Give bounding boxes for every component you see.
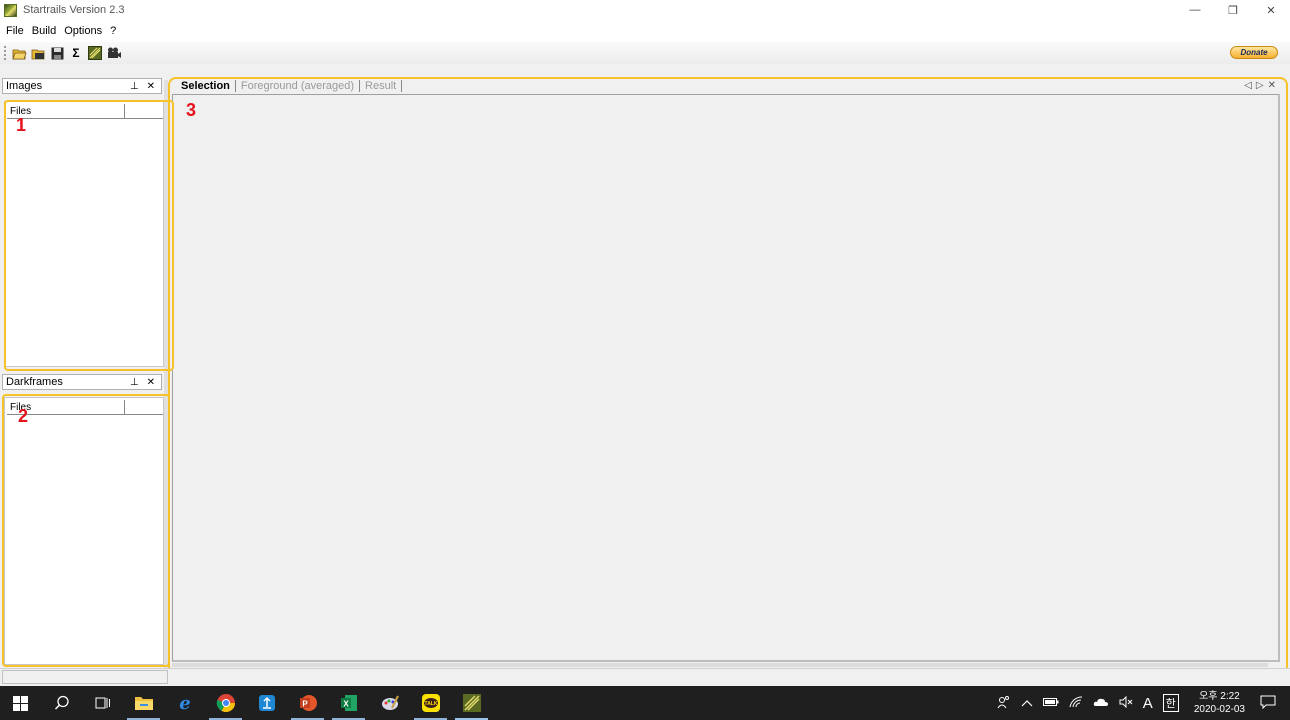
startrails-taskbar-icon[interactable] (451, 686, 492, 720)
notification-icon[interactable] (1260, 695, 1276, 712)
chevron-up-icon[interactable] (1021, 696, 1033, 710)
task-view-icon[interactable] (82, 686, 123, 720)
highlight-box-3 (168, 77, 1288, 674)
close-icon[interactable]: ✕ (147, 377, 155, 388)
images-panel-title: Images (6, 80, 43, 92)
darkframes-panel-header: Darkframes ⊥ ✕ (2, 374, 162, 390)
save-icon[interactable] (49, 45, 65, 61)
menu-bar: File Build Options ? (0, 20, 1290, 42)
menu-help[interactable]: ? (110, 25, 116, 37)
window-controls: — ❐ ✕ (1176, 0, 1290, 20)
svg-text:TALK: TALK (424, 701, 437, 707)
svg-text:e: e (179, 693, 190, 713)
svg-text:P: P (302, 700, 308, 709)
pin-icon[interactable]: ⊥ (130, 377, 139, 388)
restore-button[interactable]: ❐ (1214, 0, 1252, 20)
sum-icon[interactable]: Σ (68, 45, 84, 61)
title-bar: Startrails Version 2.3 — ❐ ✕ (0, 0, 1290, 20)
paint-icon[interactable] (369, 686, 410, 720)
images-panel-header: Images ⊥ ✕ (2, 78, 162, 94)
clock-date: 2020-02-03 (1193, 704, 1245, 715)
kakaotalk-icon[interactable]: TALK (410, 686, 451, 720)
edge-browser-icon[interactable]: e (164, 686, 205, 720)
clock-time: 오후 2:22 (1199, 691, 1240, 702)
close-button[interactable]: ✕ (1252, 0, 1290, 20)
search-icon[interactable] (41, 686, 82, 720)
wifi-icon[interactable] (1069, 695, 1083, 711)
onedrive-icon[interactable] (1093, 696, 1109, 710)
highlight-box-1 (4, 100, 174, 371)
system-tray: A 한 오후 2:22 2020-02-03 (992, 686, 1290, 720)
darkframes-panel-title: Darkframes (6, 376, 63, 388)
donate-button[interactable]: Donate (1230, 46, 1278, 59)
app-icon (4, 3, 17, 17)
annotation-label-1: 1 (16, 115, 27, 135)
highlight-box-2 (2, 394, 170, 667)
video-icon[interactable] (106, 45, 122, 61)
people-icon[interactable] (997, 695, 1011, 712)
menu-build[interactable]: Build (32, 25, 56, 37)
clock[interactable]: 오후 2:22 2020-02-03 (1194, 690, 1245, 716)
startrails-icon[interactable] (87, 45, 103, 61)
menu-options[interactable]: Options (64, 25, 102, 37)
file-explorer-icon[interactable] (123, 686, 164, 720)
toolbar: Σ Donate (0, 42, 1290, 64)
ime-hangul-indicator[interactable]: 한 (1162, 694, 1179, 712)
chrome-icon[interactable] (205, 686, 246, 720)
window-title: Startrails Version 2.3 (23, 4, 125, 16)
open-darkframes-icon[interactable] (30, 45, 46, 61)
minimize-button[interactable]: — (1176, 0, 1214, 20)
excel-icon[interactable]: X (328, 686, 369, 720)
status-cell (2, 670, 168, 684)
close-icon[interactable]: ✕ (147, 81, 155, 92)
status-bar (0, 668, 1290, 685)
menu-file[interactable]: File (6, 25, 24, 37)
ime-indicator[interactable]: A (1143, 695, 1153, 712)
volume-mute-icon[interactable] (1119, 695, 1133, 711)
annotation-label-3: 3 (186, 100, 197, 120)
powerpoint-icon[interactable]: P (287, 686, 328, 720)
toolbar-grip (4, 46, 7, 60)
svg-text:X: X (343, 700, 349, 709)
taskbar: e P X TALK A 한 오후 2:22 2020-02-03 (0, 686, 1290, 720)
app-blue-icon[interactable] (246, 686, 287, 720)
annotation-label-2: 2 (18, 406, 29, 426)
battery-icon[interactable] (1042, 696, 1059, 710)
windows-start-icon[interactable] (0, 686, 41, 720)
pin-icon[interactable]: ⊥ (130, 81, 139, 92)
open-folder-icon[interactable] (11, 45, 27, 61)
